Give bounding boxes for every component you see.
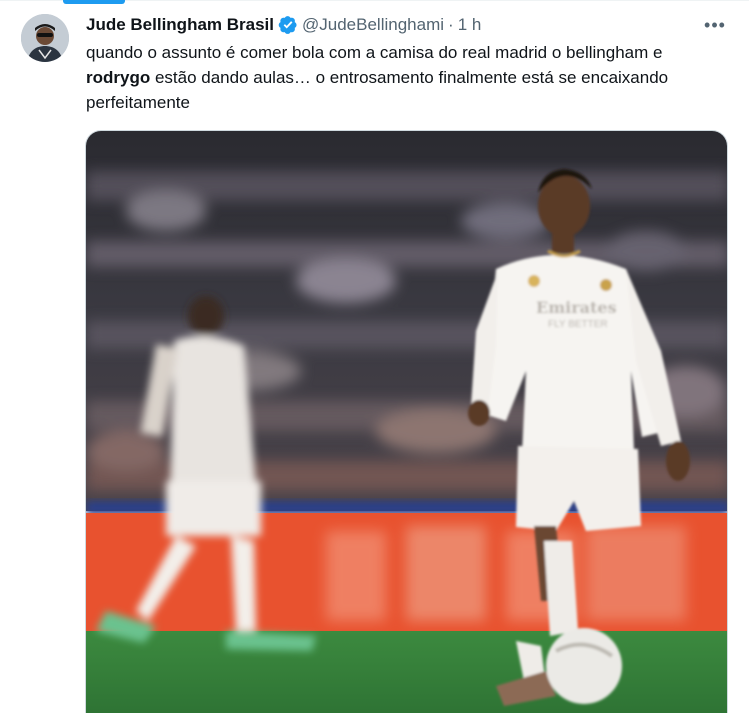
tweet-text-bold: rodrygo (86, 68, 151, 87)
timestamp[interactable]: 1 h (458, 15, 482, 35)
tweet-text-part2: estão dando aulas… o entrosamento finalm… (86, 68, 669, 112)
verified-badge-icon (278, 15, 298, 35)
more-options-icon[interactable]: ••• (702, 12, 728, 38)
author-name[interactable]: Jude Bellingham Brasil (86, 15, 274, 35)
tab-indicator (63, 0, 125, 4)
tweet-text-part1: quando o assunto é comer bola com a cami… (86, 43, 663, 62)
tweet-header: Jude Bellingham Brasil @JudeBellinghami … (86, 14, 481, 36)
sponsor-text-line1: Emirates (536, 298, 617, 317)
sponsor-text-line2: FLY BETTER (548, 319, 608, 330)
more-options-label: ••• (704, 14, 726, 35)
separator-dot: · (448, 15, 454, 34)
author-handle[interactable]: @JudeBellinghami (302, 15, 444, 35)
tweet-text: quando o assunto é comer bola com a cami… (86, 40, 731, 115)
tweet-photo[interactable]: Emirates FLY BETTER (85, 130, 728, 713)
avatar[interactable] (21, 14, 69, 62)
